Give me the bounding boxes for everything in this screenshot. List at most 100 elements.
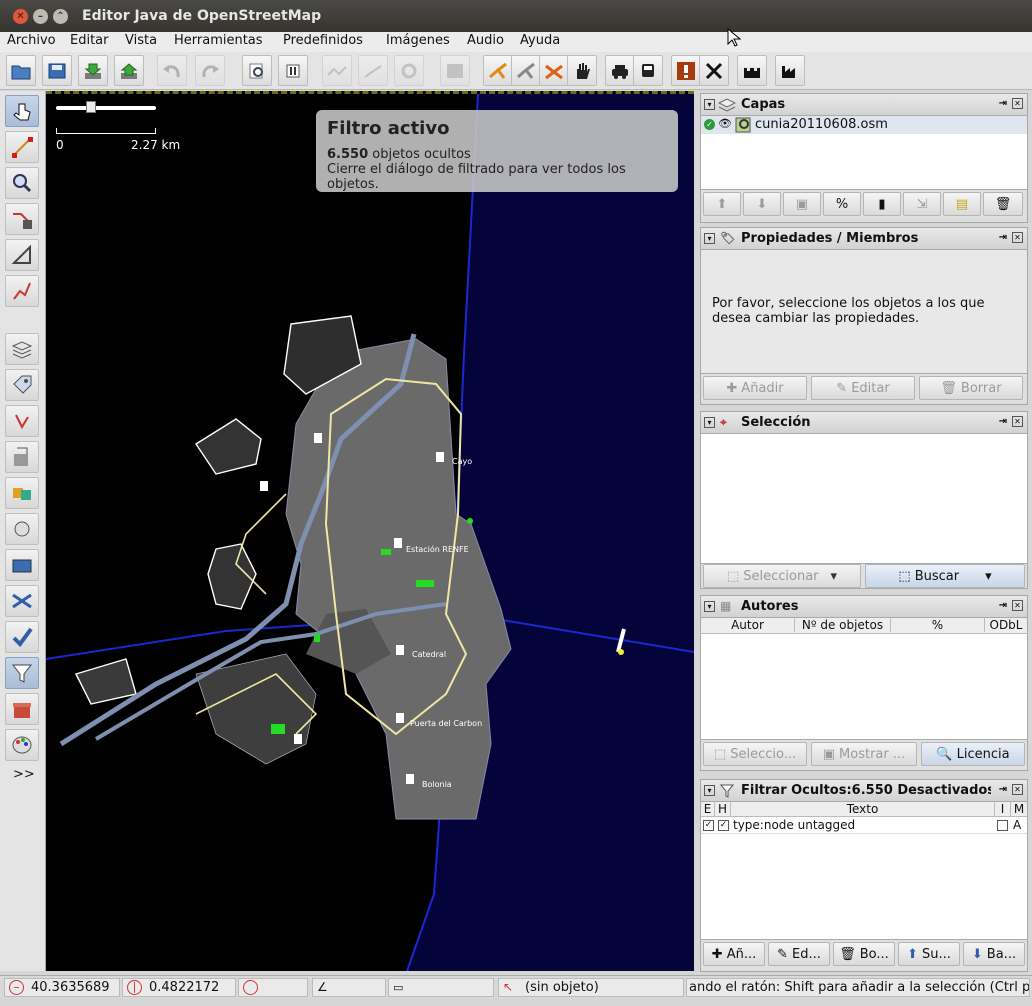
move-filter-up-button[interactable]: ⬆ Su... — [898, 942, 960, 966]
zoom-slider-thumb[interactable] — [86, 101, 96, 113]
col-enabled[interactable]: E — [701, 802, 715, 816]
col-percent[interactable]: % — [891, 618, 985, 632]
improve-way-button[interactable] — [5, 275, 39, 307]
layer-info-button[interactable]: ▤ — [943, 192, 981, 216]
add-tag-button[interactable]: ✚ Añadir — [703, 376, 807, 400]
save-button[interactable] — [42, 55, 72, 86]
upload-button[interactable] — [114, 55, 144, 86]
collapse-icon[interactable]: ▾ — [704, 417, 715, 428]
detach-panel-icon[interactable]: ⇥ — [999, 784, 1007, 795]
merge-layer-button[interactable]: ▣ — [783, 192, 821, 216]
collapse-icon[interactable]: ▾ — [704, 601, 715, 612]
preferences-button[interactable] — [242, 55, 272, 86]
close-panel-icon[interactable]: ✕ — [1012, 784, 1023, 795]
maximize-window-button[interactable]: ⌃ — [53, 9, 68, 24]
tools-preset-button[interactable] — [699, 55, 729, 86]
undo-button[interactable] — [157, 55, 187, 86]
edit-tag-button[interactable]: ✎ Editar — [811, 376, 915, 400]
collapse-icon[interactable]: ▾ — [704, 785, 715, 796]
select-authors-button[interactable]: ⬚ Seleccio... — [703, 742, 807, 766]
opacity-button[interactable]: ▮ — [863, 192, 901, 216]
layer-row[interactable]: ✓ 👁 cunia20110608.osm — [701, 116, 1027, 134]
menu-vista[interactable]: Vista — [125, 33, 157, 48]
detach-panel-icon[interactable]: ⇥ — [999, 98, 1007, 109]
download-button[interactable] — [78, 55, 108, 86]
detach-panel-icon[interactable]: ⇥ — [999, 600, 1007, 611]
col-author[interactable]: Autor — [701, 618, 795, 632]
move-down-button[interactable]: ⬇ — [743, 192, 781, 216]
toggle-commands-panel[interactable] — [5, 441, 39, 473]
filter-text[interactable]: type:node untagged — [733, 818, 855, 832]
collapse-icon[interactable]: ▾ — [704, 233, 715, 244]
col-inverted[interactable]: I — [995, 802, 1011, 816]
move-filter-down-button[interactable]: ⬇ Ba... — [963, 942, 1025, 966]
show-authors-button[interactable]: ▣ Mostrar ... — [811, 742, 917, 766]
toggle-history-panel[interactable] — [5, 549, 39, 581]
filter-row[interactable]: ✓ ✓ type:node untagged A — [701, 818, 1027, 834]
zoom-slider[interactable] — [56, 106, 156, 110]
add-filter-button[interactable]: ✚ Añ... — [703, 942, 765, 966]
draw-mode-button[interactable] — [5, 131, 39, 163]
more-tools-chevron-icon[interactable]: >> — [13, 767, 35, 782]
license-button[interactable]: 🔍 Licencia — [921, 742, 1025, 766]
zoom-mode-button[interactable] — [5, 167, 39, 199]
delete-layer-button[interactable]: 🗑 — [983, 192, 1023, 216]
toggle-visibility-button[interactable]: % — [823, 192, 861, 216]
car-preset-button[interactable] — [605, 55, 635, 86]
menu-ayuda[interactable]: Ayuda — [520, 33, 560, 48]
redo-button[interactable] — [195, 55, 225, 86]
highway-preset-1[interactable] — [483, 55, 513, 86]
toggle-selection-panel[interactable] — [5, 405, 39, 437]
toggle-properties-panel[interactable] — [5, 369, 39, 401]
search-button[interactable]: ⬚ Buscar ▾ — [865, 564, 1025, 588]
detach-panel-icon[interactable]: ⇥ — [999, 232, 1007, 243]
collapse-icon[interactable]: ▾ — [704, 99, 715, 110]
close-panel-icon[interactable]: ✕ — [1012, 98, 1023, 109]
menu-herramientas[interactable]: Herramientas — [174, 33, 263, 48]
inverted-checkbox[interactable] — [997, 820, 1008, 831]
menu-predefinidos[interactable]: Predefinidos — [283, 33, 363, 48]
edit-filter-button[interactable]: ✎ Ed... — [768, 942, 830, 966]
highway-preset-2[interactable] — [511, 55, 541, 86]
toggle-presets-panel[interactable] — [5, 693, 39, 725]
highway-preset-3[interactable] — [539, 55, 569, 86]
open-file-button[interactable] — [6, 55, 36, 86]
selection-list[interactable] — [701, 434, 1027, 564]
delete-tag-button[interactable]: 🗑 Borrar — [919, 376, 1023, 400]
toggle-changesets-panel[interactable] — [5, 585, 39, 617]
toggle-validator-panel[interactable] — [5, 621, 39, 653]
select-mode-button[interactable] — [5, 95, 39, 127]
close-panel-icon[interactable]: ✕ — [1012, 416, 1023, 427]
menu-imagenes[interactable]: Imágenes — [386, 33, 450, 48]
menu-audio[interactable]: Audio — [467, 33, 504, 48]
split-way-button[interactable] — [322, 55, 352, 86]
col-odbl[interactable]: ODbL — [985, 618, 1027, 632]
refresh-button[interactable] — [394, 55, 424, 86]
close-window-button[interactable]: ✕ — [13, 9, 28, 24]
delete-mode-button[interactable] — [5, 203, 39, 235]
duplicate-layer-button[interactable]: ⇲ — [903, 192, 941, 216]
delete-filter-button[interactable]: 🗑 Bo... — [833, 942, 895, 966]
settings-button[interactable] — [278, 55, 308, 86]
imagery-button[interactable] — [440, 55, 470, 86]
col-mode[interactable]: M — [1011, 802, 1027, 816]
combine-way-button[interactable] — [358, 55, 388, 86]
col-object-count[interactable]: Nº de objetos — [795, 618, 891, 632]
select-button[interactable]: ⬚ Seleccionar ▾ — [703, 564, 861, 588]
warning-preset-button[interactable] — [671, 55, 701, 86]
menu-editar[interactable]: Editar — [70, 33, 109, 48]
toggle-filter-panel[interactable] — [5, 657, 39, 689]
bus-preset-button[interactable] — [633, 55, 663, 86]
extrude-mode-button[interactable] — [5, 239, 39, 271]
toggle-conflict-panel[interactable] — [5, 477, 39, 509]
filter-mode[interactable]: A — [1013, 818, 1021, 832]
enabled-checkbox[interactable]: ✓ — [703, 820, 714, 831]
minimize-window-button[interactable]: – — [33, 9, 48, 24]
layer-visibility-eye-icon[interactable]: 👁 — [718, 117, 732, 130]
close-panel-icon[interactable]: ✕ — [1012, 600, 1023, 611]
toggle-styles-panel[interactable] — [5, 729, 39, 761]
move-up-button[interactable]: ⬆ — [703, 192, 741, 216]
col-text[interactable]: Texto — [731, 802, 995, 816]
close-panel-icon[interactable]: ✕ — [1012, 232, 1023, 243]
menu-archivo[interactable]: Archivo — [7, 33, 56, 48]
